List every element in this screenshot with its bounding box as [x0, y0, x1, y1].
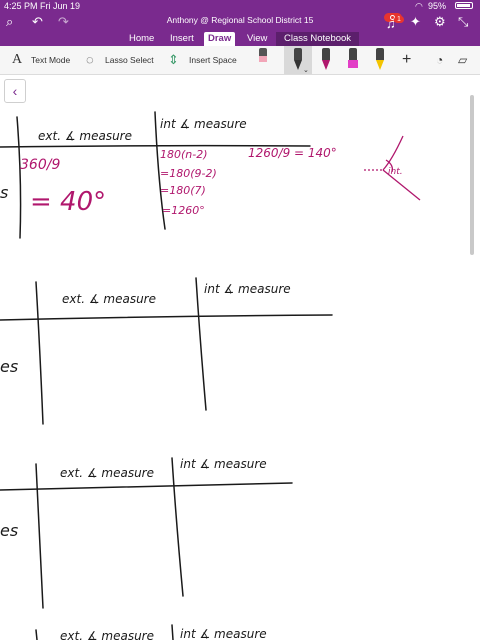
- status-time: 4:25 PM: [4, 1, 38, 11]
- table-1-ext-calc: 360/9: [20, 157, 60, 173]
- chevron-down-icon[interactable]: ⌄: [303, 66, 309, 74]
- tab-home[interactable]: Home: [125, 32, 158, 46]
- table-2-lines: [0, 277, 333, 425]
- table-1-header-int: int ∡ measure: [160, 117, 247, 131]
- gear-icon[interactable]: ⚙: [434, 14, 446, 30]
- fullscreen-icon[interactable]: ⤡: [458, 14, 468, 30]
- table-4-header-int: int ∡ measure: [180, 627, 267, 640]
- ruler-icon[interactable]: ▱: [458, 46, 467, 74]
- status-battery: 95%: [428, 1, 447, 11]
- table-1-row-label: s: [0, 183, 8, 202]
- lasso-select-button[interactable]: Lasso Select: [105, 46, 154, 74]
- status-bar: 4:25 PM Fri Jun 19 ◠ 95%: [0, 0, 480, 12]
- table-2-row-label: es: [0, 357, 18, 376]
- table-1-int-line-3: =180(7): [160, 184, 206, 197]
- lasso-icon[interactable]: ◌: [86, 46, 94, 74]
- tab-class-notebook[interactable]: Class Notebook: [276, 32, 360, 46]
- table-4-header-ext: ext. ∡ measure: [60, 629, 154, 640]
- eraser-tool[interactable]: [256, 48, 270, 70]
- note-canvas[interactable]: ext. ∡ measure int ∡ measure s 360/9 = 4…: [0, 75, 480, 640]
- table-2-header-ext: ext. ∡ measure: [62, 292, 156, 306]
- text-mode-button[interactable]: Text Mode: [31, 46, 70, 74]
- notebook-title: Anthony @ Regional School District 15: [166, 15, 314, 25]
- table-3-row-label: es: [0, 521, 18, 540]
- table-1-int-line-2: =180(9-2): [160, 167, 217, 180]
- add-pen-icon[interactable]: +: [402, 46, 411, 74]
- table-1-int-line-4: =1260°: [162, 204, 205, 217]
- table-3-header-ext: ext. ∡ measure: [60, 466, 154, 480]
- tab-view[interactable]: View: [243, 32, 271, 46]
- battery-icon: [455, 2, 473, 9]
- ribbon-tabs: Home Insert Draw View Class Notebook: [0, 32, 480, 46]
- highlighter-yellow[interactable]: [373, 48, 387, 70]
- tab-draw[interactable]: Draw: [204, 32, 236, 46]
- text-mode-icon[interactable]: A: [12, 46, 22, 74]
- wifi-icon: ◠: [415, 1, 423, 11]
- insert-space-icon[interactable]: ⇕: [168, 46, 179, 74]
- tab-insert[interactable]: Insert: [166, 32, 198, 46]
- diagram-int-label: int.: [388, 167, 403, 177]
- highlighter-pink[interactable]: [346, 48, 360, 70]
- table-1-side-calc: 1260/9 = 140°: [248, 146, 337, 160]
- table-2-header-int: int ∡ measure: [204, 282, 291, 296]
- table-1-ext-result: = 40°: [30, 187, 106, 217]
- lightbulb-icon[interactable]: ✦: [410, 14, 421, 30]
- table-3-header-int: int ∡ measure: [180, 457, 267, 471]
- table-3-lines: [0, 457, 293, 609]
- pen-magenta[interactable]: [319, 48, 333, 70]
- table-1-int-line-1: 180(n-2): [160, 148, 208, 161]
- table-1-header-ext: ext. ∡ measure: [38, 129, 132, 143]
- notification-badge: 1: [394, 16, 404, 23]
- status-date: Fri Jun 19: [40, 1, 81, 11]
- shapes-icon[interactable]: ◔: [436, 46, 443, 74]
- title-bar: ⌕ ↶ ↷ Anthony @ Regional School District…: [0, 12, 480, 32]
- insert-space-button[interactable]: Insert Space: [189, 46, 237, 74]
- draw-ribbon: A Text Mode ◌ Lasso Select ⇕ Insert Spac…: [0, 46, 480, 75]
